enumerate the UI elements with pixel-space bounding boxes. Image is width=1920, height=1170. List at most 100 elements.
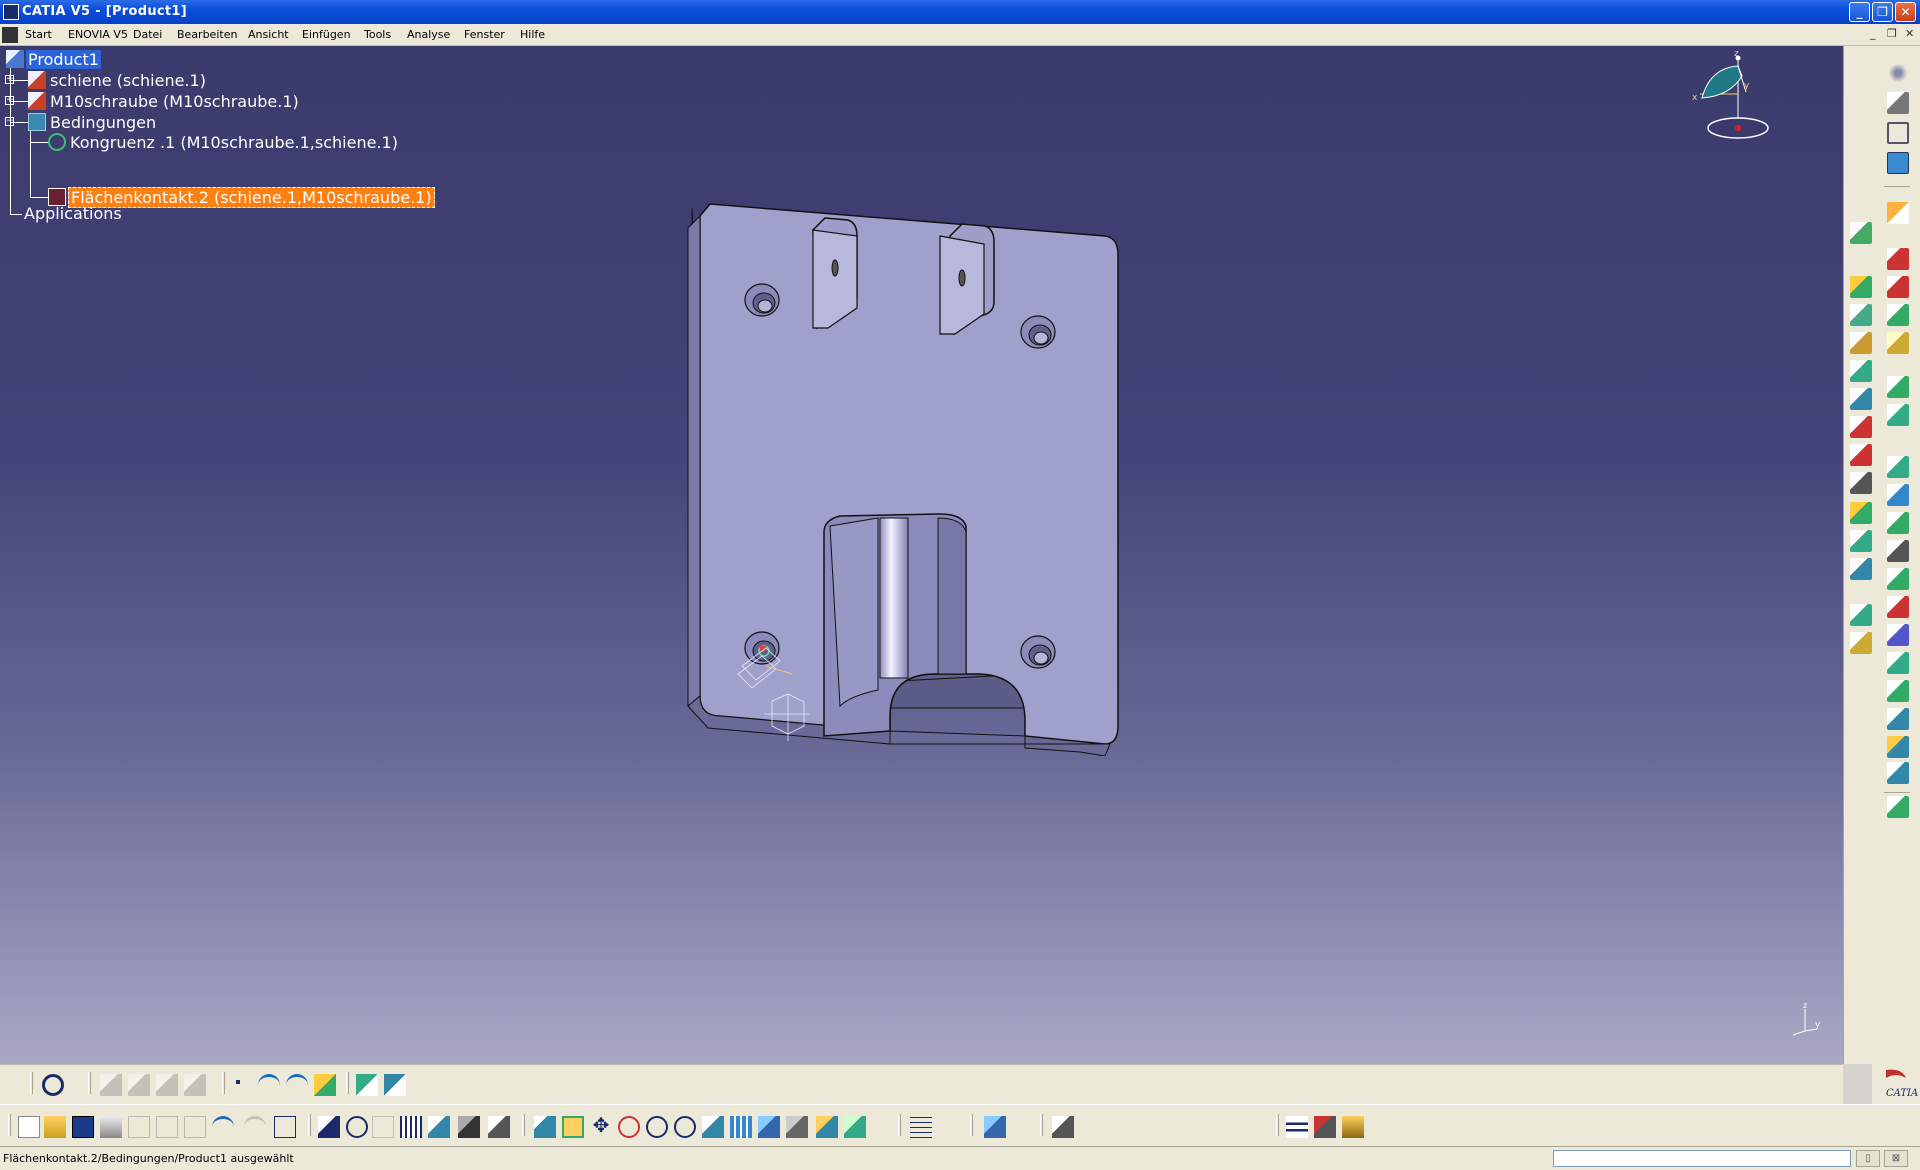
surface-icon[interactable] bbox=[286, 1074, 308, 1096]
toolbar-icon-graph-tree[interactable] bbox=[1850, 388, 1872, 410]
menu-hilfe[interactable]: Hilfe bbox=[520, 28, 545, 41]
toolbar-icon-contact[interactable] bbox=[1887, 456, 1909, 478]
toolbar-icon-fix[interactable] bbox=[1850, 416, 1872, 438]
toolbar-icon-add[interactable] bbox=[1887, 652, 1909, 674]
measure-between-icon[interactable] bbox=[1286, 1116, 1308, 1138]
restore-button[interactable]: ❐ bbox=[1872, 2, 1893, 22]
catia-menu-icon[interactable] bbox=[2, 27, 18, 43]
curve-icon[interactable] bbox=[258, 1074, 280, 1096]
toolbar-icon-reuse-pattern[interactable] bbox=[1887, 568, 1909, 590]
menu-start[interactable]: Start bbox=[25, 28, 52, 41]
formula-icon[interactable] bbox=[318, 1116, 340, 1138]
menu-tools[interactable]: Tools bbox=[364, 28, 391, 41]
toolbar-icon-update[interactable] bbox=[1850, 444, 1872, 466]
rule-disabled-icon[interactable] bbox=[128, 1074, 150, 1096]
toolbar-icon-remove[interactable] bbox=[1887, 680, 1909, 702]
toolbar-icon-sketch[interactable] bbox=[1887, 62, 1909, 84]
stop-command-button[interactable]: ⊠ bbox=[1884, 1150, 1908, 1167]
tree-expander-m10schraube[interactable]: + bbox=[5, 96, 14, 105]
multi-view-icon[interactable] bbox=[730, 1116, 752, 1138]
grid-icon[interactable] bbox=[910, 1116, 932, 1138]
toolbar-icon-snap[interactable] bbox=[1887, 276, 1909, 298]
minimize-button[interactable]: _ bbox=[1849, 2, 1870, 22]
toolbar-icon-existing[interactable] bbox=[1850, 332, 1872, 354]
table-icon[interactable] bbox=[400, 1116, 422, 1138]
menu-bearbeiten[interactable]: Bearbeiten bbox=[177, 28, 237, 41]
toolbar-icon-measure[interactable] bbox=[1887, 708, 1909, 730]
sketch-icon[interactable] bbox=[314, 1074, 336, 1096]
menu-enovia[interactable]: ENOVIA V5 bbox=[68, 28, 128, 41]
shading-icon[interactable] bbox=[786, 1116, 808, 1138]
tree-node-product1[interactable]: Product1 bbox=[6, 49, 101, 70]
menu-ansicht[interactable]: Ansicht bbox=[248, 28, 289, 41]
comment-icon[interactable] bbox=[346, 1116, 368, 1138]
toolbar-icon-flexible[interactable] bbox=[1887, 540, 1909, 562]
reaction-disabled-icon[interactable] bbox=[184, 1074, 206, 1096]
doc-close-button[interactable]: ✕ bbox=[1905, 27, 1914, 40]
redo-icon[interactable] bbox=[244, 1116, 266, 1138]
cut-icon[interactable] bbox=[128, 1116, 150, 1138]
toolbar-icon-text[interactable] bbox=[1887, 92, 1909, 114]
toolbar-icon-multi-instance[interactable] bbox=[1887, 404, 1909, 426]
window-titlebar[interactable]: CATIA V5 - [Product1] _ ❐ ✕ bbox=[0, 0, 1920, 24]
command-history-button[interactable]: ▯ bbox=[1856, 1150, 1880, 1167]
toolbar-icon-hole[interactable] bbox=[1850, 632, 1872, 654]
swap-visible-space-icon[interactable] bbox=[844, 1116, 866, 1138]
fly-mode-icon[interactable] bbox=[534, 1116, 556, 1138]
toolbar-icon-scene[interactable] bbox=[1850, 604, 1872, 626]
tree-node-schiene[interactable]: schiene (schiene.1) bbox=[28, 70, 208, 91]
check-disabled-icon[interactable] bbox=[156, 1074, 178, 1096]
open-file-icon[interactable] bbox=[44, 1116, 66, 1138]
menu-analyse[interactable]: Analyse bbox=[407, 28, 450, 41]
undo-icon[interactable] bbox=[212, 1116, 234, 1138]
tree-expander-bedingungen[interactable]: − bbox=[5, 117, 14, 126]
formula-disabled-icon[interactable] bbox=[100, 1074, 122, 1096]
zoom-in-icon[interactable] bbox=[646, 1116, 668, 1138]
toolbar-icon-pocket[interactable] bbox=[1887, 624, 1909, 646]
hide-show-icon[interactable] bbox=[816, 1116, 838, 1138]
rotate-icon[interactable] bbox=[618, 1116, 640, 1138]
measure-inertia-icon[interactable] bbox=[1342, 1116, 1364, 1138]
toolbar-icon-replace[interactable] bbox=[1850, 360, 1872, 382]
menu-fenster[interactable]: Fenster bbox=[464, 28, 505, 41]
save-icon[interactable] bbox=[72, 1116, 94, 1138]
toolbar-icon-product[interactable] bbox=[1850, 222, 1872, 244]
lock-icon[interactable] bbox=[458, 1116, 480, 1138]
close-button[interactable]: ✕ bbox=[1895, 2, 1916, 22]
law-icon[interactable] bbox=[488, 1116, 510, 1138]
whats-this-icon[interactable] bbox=[274, 1116, 296, 1138]
catalog-browser-icon[interactable] bbox=[356, 1074, 378, 1096]
copy-icon[interactable] bbox=[156, 1116, 178, 1138]
toolbar-icon-split[interactable] bbox=[1887, 596, 1909, 618]
tree-node-kongruenz[interactable]: Kongruenz .1 (M10schraube.1,schiene.1) bbox=[48, 132, 400, 153]
part-model[interactable] bbox=[680, 196, 1120, 756]
print-preview-icon[interactable] bbox=[1052, 1116, 1074, 1138]
tree-node-m10schraube[interactable]: M10schraube (M10schraube.1) bbox=[28, 91, 301, 112]
toolbar-icon-part[interactable] bbox=[1850, 304, 1872, 326]
design-table-icon[interactable] bbox=[428, 1116, 450, 1138]
toolbar-icon-space-analysis[interactable] bbox=[1887, 736, 1909, 758]
measure-item-icon[interactable] bbox=[1314, 1116, 1336, 1138]
toolbar-icon-explode[interactable] bbox=[1887, 304, 1909, 326]
tree-node-bedingungen[interactable]: Bedingungen bbox=[28, 112, 158, 133]
normal-view-icon[interactable] bbox=[702, 1116, 724, 1138]
toolbar-icon-quick-constraint[interactable] bbox=[1850, 530, 1872, 552]
product-catalog-icon[interactable] bbox=[384, 1074, 406, 1096]
knowledge-icon[interactable] bbox=[42, 1074, 64, 1096]
toolbar-icon-coincidence[interactable] bbox=[1850, 472, 1872, 494]
menu-einfuegen[interactable]: Einfügen bbox=[302, 28, 351, 41]
catia-app-icon[interactable] bbox=[3, 4, 19, 20]
iso-view-icon[interactable] bbox=[758, 1116, 780, 1138]
toolbar-icon-stop-clash[interactable] bbox=[1887, 332, 1909, 354]
tree-expander-schiene[interactable]: + bbox=[5, 75, 14, 84]
3d-viewport[interactable]: Product1 + schiene (schiene.1) + M10schr… bbox=[0, 46, 1843, 1064]
toolbar-icon-component[interactable] bbox=[1850, 276, 1872, 298]
toolbar-icon-offset[interactable] bbox=[1887, 484, 1909, 506]
toolbar-icon-reorder[interactable] bbox=[1887, 376, 1909, 398]
toolbar-icon-manipulate[interactable] bbox=[1887, 248, 1909, 270]
toolbar-icon-clash[interactable] bbox=[1887, 762, 1909, 784]
toolbar-icon-select[interactable] bbox=[1887, 202, 1909, 224]
print-icon[interactable] bbox=[100, 1116, 122, 1138]
compass-widget[interactable]: z y x bbox=[1680, 48, 1770, 168]
new-file-icon[interactable] bbox=[18, 1116, 40, 1138]
